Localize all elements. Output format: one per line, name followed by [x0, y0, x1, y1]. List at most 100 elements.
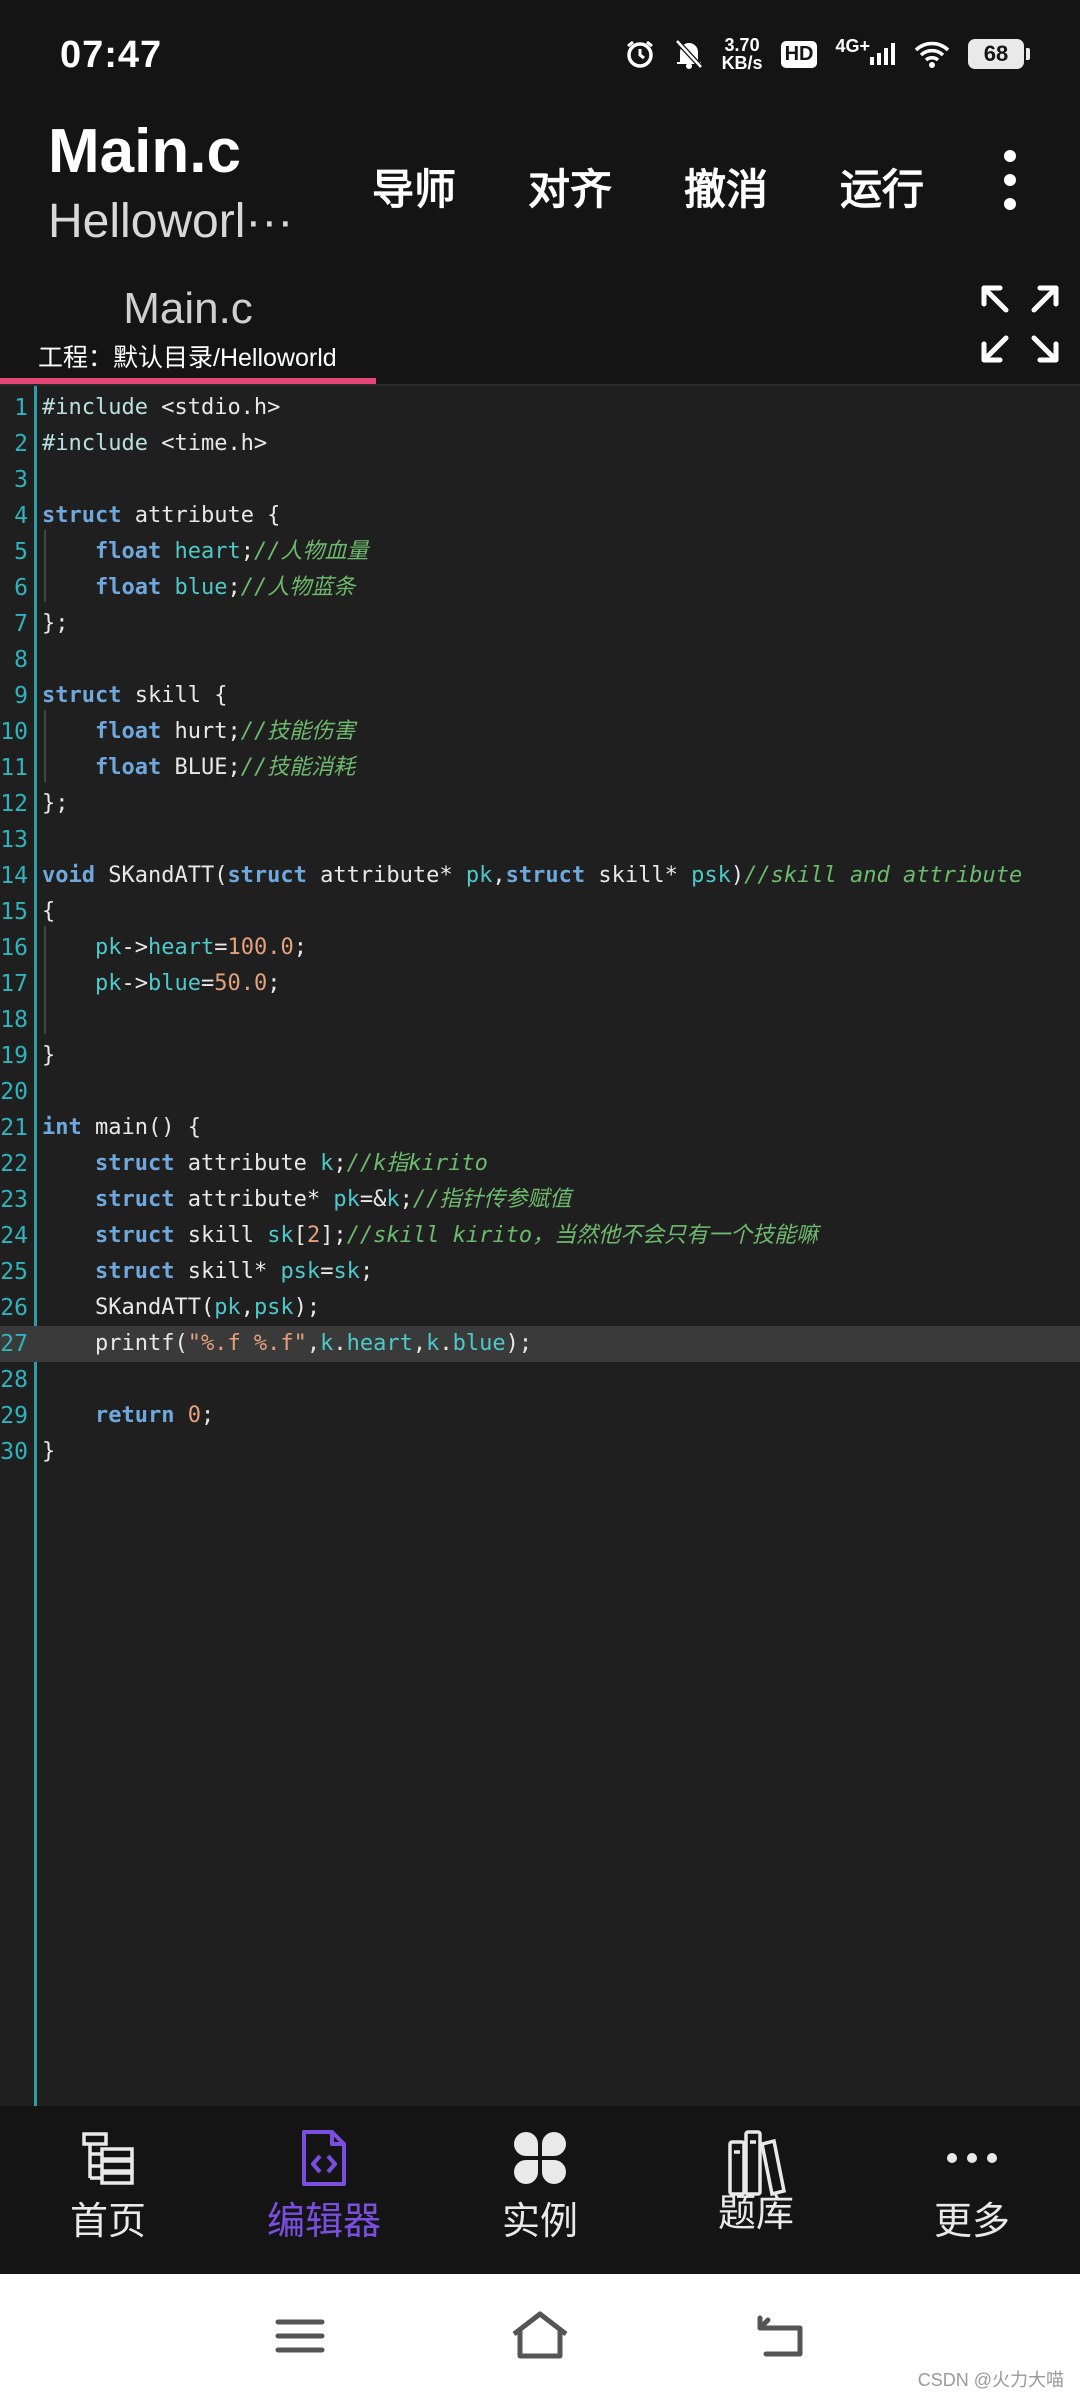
line-number: 21	[0, 1115, 28, 1141]
nav-examples-label: 实例	[501, 2201, 578, 2243]
nav-examples[interactable]: 实例	[460, 2128, 620, 2268]
code-line[interactable]: 17 pk->blue=50.0;	[0, 966, 1080, 1002]
code-line[interactable]: 5 float heart;//人物血量	[0, 534, 1080, 570]
line-number: 27	[0, 1331, 28, 1357]
line-number: 13	[0, 827, 28, 853]
code-text[interactable]: struct attribute {	[42, 498, 280, 534]
code-text[interactable]: struct attribute k;//k指kirito	[42, 1146, 488, 1182]
bottom-navigation: 首页 编辑器 实例 题库 更多	[0, 2106, 1080, 2274]
overflow-menu-icon[interactable]	[998, 150, 1022, 210]
line-number: 26	[0, 1295, 28, 1321]
code-line[interactable]: 28	[0, 1362, 1080, 1398]
code-text[interactable]: SKandATT(pk,psk);	[42, 1290, 320, 1326]
code-line[interactable]: 29 return 0;	[0, 1398, 1080, 1434]
more-dots-icon	[942, 2128, 1002, 2188]
code-text[interactable]: int main() {	[42, 1110, 201, 1146]
app-header: Main.c Helloworl··· 导师 对齐 撤消 运行	[0, 110, 1080, 280]
menu-run[interactable]: 运行	[840, 156, 924, 217]
code-line[interactable]: 19}	[0, 1038, 1080, 1074]
code-line[interactable]: 6 float blue;//人物蓝条	[0, 570, 1080, 606]
line-number: 1	[14, 395, 28, 421]
code-text[interactable]: }	[42, 1038, 55, 1074]
code-text[interactable]: float blue;//人物蓝条	[42, 570, 355, 606]
code-line[interactable]: 20	[0, 1074, 1080, 1110]
code-line[interactable]: 18	[0, 1002, 1080, 1038]
code-text[interactable]: pk->blue=50.0;	[42, 966, 280, 1002]
nav-home[interactable]: 首页	[28, 2128, 188, 2268]
status-icons: 3.70 KB/s HD 4G+ 68	[624, 35, 1030, 72]
code-line[interactable]: 14 void SKandATT(struct attribute* pk,str…	[0, 858, 1080, 894]
nav-question-bank[interactable]: 题库	[676, 2128, 836, 2268]
code-line[interactable]: 23 struct attribute* pk=&k;//指针传参赋值	[0, 1182, 1080, 1218]
code-line[interactable]: 11 float BLUE;//技能消耗	[0, 750, 1080, 786]
code-text[interactable]: struct attribute* pk=&k;//指针传参赋值	[42, 1182, 571, 1218]
menu-align[interactable]: 对齐	[528, 156, 612, 217]
line-number: 12	[0, 791, 28, 817]
code-line[interactable]: 12};	[0, 786, 1080, 822]
code-text[interactable]: #include <stdio.h>	[42, 390, 280, 426]
line-number: 4	[14, 503, 28, 529]
menu-lines-icon[interactable]	[270, 2308, 330, 2364]
code-text[interactable]: float BLUE;//技能消耗	[42, 750, 355, 786]
code-line[interactable]: 2 #include <time.h>	[0, 426, 1080, 462]
code-text[interactable]: };	[42, 786, 69, 822]
code-text[interactable]: pk->heart=100.0;	[42, 930, 307, 966]
line-number: 18	[0, 1007, 28, 1033]
home-icon[interactable]	[510, 2308, 570, 2364]
code-line[interactable]: 7};	[0, 606, 1080, 642]
code-line[interactable]: 15 {	[0, 894, 1080, 930]
line-number: 23	[0, 1187, 28, 1213]
tab-main-c[interactable]: Main.c 工程：默认目录/Helloworld	[0, 280, 376, 384]
code-line[interactable]: 4 struct attribute {	[0, 498, 1080, 534]
back-icon[interactable]	[750, 2308, 810, 2364]
code-line[interactable]: 24 struct skill sk[2];//skill kirito，当然他…	[0, 1218, 1080, 1254]
code-line[interactable]: 3	[0, 462, 1080, 498]
code-line[interactable]: 9 struct skill {	[0, 678, 1080, 714]
line-number: 3	[14, 467, 28, 493]
network-speed-value: 3.70	[724, 35, 760, 55]
line-number: 30	[0, 1439, 28, 1465]
code-text[interactable]: };	[42, 606, 69, 642]
line-number: 7	[14, 611, 28, 637]
code-line[interactable]: 30}	[0, 1434, 1080, 1470]
code-line[interactable]: 10 float hurt;//技能伤害	[0, 714, 1080, 750]
line-number: 25	[0, 1259, 28, 1285]
line-number: 16	[0, 935, 28, 961]
code-line[interactable]: 13	[0, 822, 1080, 858]
code-line[interactable]: 21 int main() {	[0, 1110, 1080, 1146]
code-line[interactable]: 1 #include <stdio.h>	[0, 390, 1080, 426]
code-line[interactable]: 16 pk->heart=100.0;	[0, 930, 1080, 966]
code-line[interactable]: 25 struct skill* psk=sk;	[0, 1254, 1080, 1290]
code-text[interactable]: {	[42, 894, 55, 930]
nav-editor-label: 编辑器	[266, 2201, 381, 2243]
code-line[interactable]: 26 SKandATT(pk,psk);	[0, 1290, 1080, 1326]
fullscreen-expand-icon[interactable]	[978, 282, 1062, 366]
code-text[interactable]: struct skill* psk=sk;	[42, 1254, 373, 1290]
nav-editor[interactable]: 编辑器	[244, 2128, 404, 2268]
code-editor[interactable]: 1 #include <stdio.h> 2 #include <time.h> 3 4 s…	[0, 386, 1080, 2106]
mute-bell-icon	[674, 38, 704, 70]
code-text[interactable]: #include <time.h>	[42, 426, 267, 462]
code-text[interactable]: float hurt;//技能伤害	[42, 714, 355, 750]
code-text[interactable]: return 0;	[42, 1398, 214, 1434]
line-number: 2	[14, 431, 28, 457]
code-line[interactable]: 27 printf("%.f %.f",k.heart,k.blue);	[0, 1326, 1080, 1362]
code-line[interactable]: 22 struct attribute k;//k指kirito	[0, 1146, 1080, 1182]
line-number: 24	[0, 1223, 28, 1249]
tab-project-path: 工程：默认目录/Helloworld	[38, 344, 337, 372]
code-text[interactable]: struct skill sk[2];//skill kirito，当然他不会只…	[42, 1218, 818, 1254]
code-text[interactable]: struct skill {	[42, 678, 227, 714]
watermark: CSDN @火力大喵	[917, 2370, 1064, 2390]
line-number: 19	[0, 1043, 28, 1069]
menu-mentor[interactable]: 导师	[372, 156, 456, 217]
code-text[interactable]: printf("%.f %.f",k.heart,k.blue);	[42, 1326, 532, 1362]
system-nav-bar: CSDN @火力大喵	[0, 2274, 1080, 2400]
code-line[interactable]: 8	[0, 642, 1080, 678]
nav-more[interactable]: 更多	[892, 2128, 1052, 2268]
menu-undo[interactable]: 撤消	[684, 156, 768, 217]
line-number: 5	[14, 539, 28, 565]
code-text[interactable]: void SKandATT(struct attribute* pk,struc…	[42, 858, 1022, 894]
code-text[interactable]: }	[42, 1434, 55, 1470]
code-text[interactable]: float heart;//人物血量	[42, 534, 368, 570]
signal-icon: 4G+	[835, 36, 896, 65]
